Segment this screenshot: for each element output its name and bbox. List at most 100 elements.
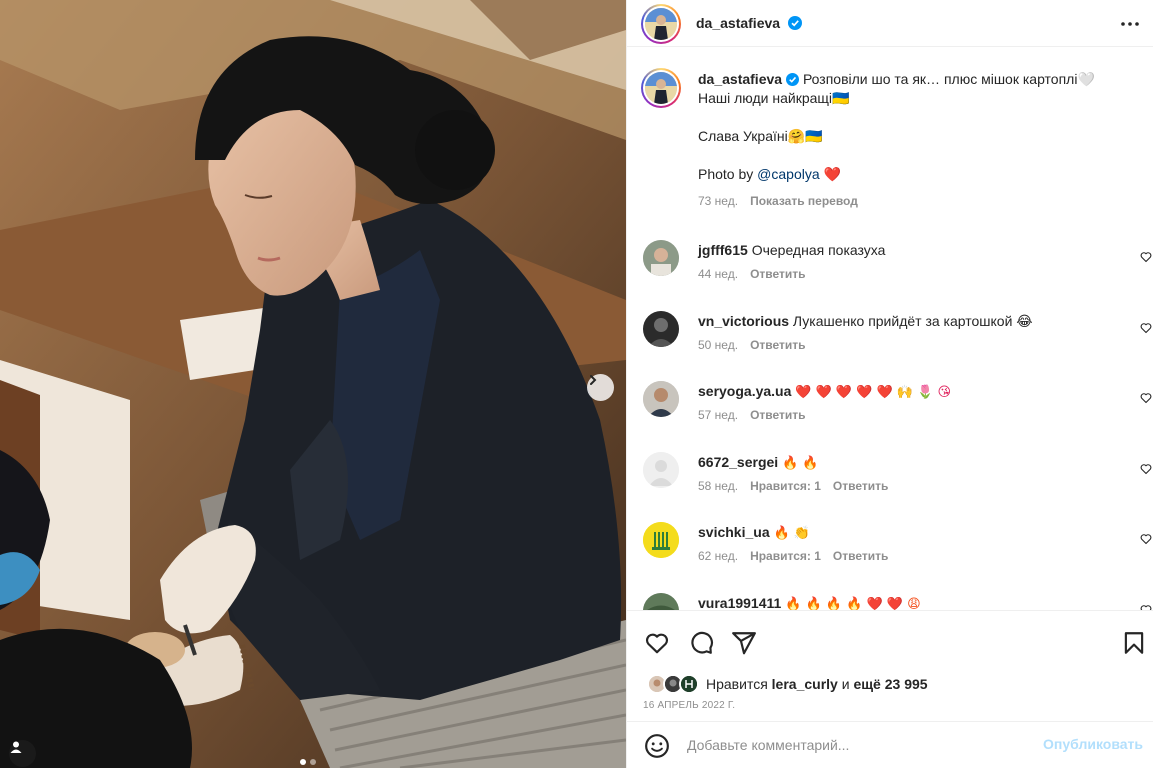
avatar-image (645, 8, 677, 40)
likes-others[interactable]: ещё 23 995 (853, 676, 927, 692)
comment-likes[interactable]: Нравится: 1 (750, 479, 821, 493)
more-horizontal-icon[interactable] (1120, 14, 1140, 34)
caption-time[interactable]: 73 нед. (698, 194, 738, 208)
comment-meta: 44 нед. Ответить (698, 267, 818, 281)
reply-button[interactable]: Ответить (750, 338, 805, 352)
comment-username[interactable]: jgfff615 (698, 242, 748, 258)
comment-username[interactable]: seryoga.ya.ua (698, 383, 791, 399)
avatar-image (645, 72, 677, 104)
comment-meta: 62 нед. Нравится: 1 Ответить (698, 549, 900, 563)
carousel-dot (310, 759, 316, 765)
avatar-image (643, 240, 679, 276)
chevron-right-icon (590, 375, 597, 385)
carousel-indicator (300, 759, 316, 765)
comment-body: 🔥 🔥 🔥 🔥 ❤️ ❤️ 😩 (785, 597, 921, 610)
likes-summary: Нравится lera_curly и ещё 23 995 (647, 674, 928, 694)
comment-text: jgfff615 Очередная показуха (698, 241, 885, 259)
avatar-image (681, 676, 697, 692)
caption-line-1: da_astafieva Розповіли шо та як… плюс мі… (698, 70, 1118, 89)
comment-username[interactable]: 6672_sergei (698, 454, 778, 470)
comment-username[interactable]: vura1991411 (698, 595, 781, 610)
post-date[interactable]: 16 АПРЕЛЬ 2022 Г. (643, 700, 735, 711)
likes-middle: и (837, 676, 854, 692)
comment-avatar[interactable] (643, 311, 679, 347)
heart-icon[interactable] (1140, 322, 1152, 334)
add-comment-bar: Опубликовать (627, 721, 1153, 768)
liker-avatars[interactable] (647, 674, 701, 694)
comment-avatar[interactable] (643, 593, 679, 610)
comment-avatar[interactable] (643, 240, 679, 276)
comment-item: vura1991411 🔥 🔥 🔥 🔥 ❤️ ❤️ 😩 (643, 593, 1152, 610)
post-photo[interactable] (0, 0, 626, 768)
likes-text: Нравится lera_curly и ещё 23 995 (706, 676, 928, 692)
emoji-icon[interactable] (644, 733, 670, 759)
caption-avatar[interactable] (641, 68, 681, 108)
comment-text: 6672_sergei 🔥 🔥 (698, 453, 819, 473)
comment-icon[interactable] (688, 630, 714, 656)
comment-body: 🔥 🔥 (782, 456, 819, 471)
author-avatar[interactable] (641, 4, 681, 44)
heart-icon[interactable] (1140, 251, 1152, 263)
reply-button[interactable]: Ответить (833, 479, 888, 493)
post-comment-button[interactable]: Опубликовать (1043, 736, 1143, 752)
verified-badge-icon (788, 16, 802, 30)
comment-likes[interactable]: Нравится: 1 (750, 549, 821, 563)
carousel-next-button[interactable] (587, 374, 614, 401)
author-username[interactable]: da_astafieva (696, 15, 780, 31)
caption-meta: 73 нед. Показать перевод (698, 192, 1118, 211)
heart-icon[interactable] (1140, 392, 1152, 404)
user-tag-icon (10, 741, 22, 753)
caption-line-2: Наші люди найкращі🇺🇦 (698, 90, 850, 106)
heart-icon[interactable] (1140, 533, 1152, 545)
comment-body: Очередная показуха (751, 242, 886, 258)
comment-meta: 58 нед. Нравится: 1 Ответить (698, 479, 900, 493)
caption-mention[interactable]: @capolya (757, 166, 819, 182)
comment-username[interactable]: vn_victorious (698, 313, 789, 329)
comment-time[interactable]: 57 нед. (698, 408, 738, 422)
comment-time[interactable]: 44 нед. (698, 267, 738, 281)
photo-scene (0, 0, 626, 768)
translate-button[interactable]: Показать перевод (750, 194, 858, 208)
comment-avatar[interactable] (643, 381, 679, 417)
likes-prefix: Нравится (706, 676, 772, 692)
verified-badge-icon (786, 73, 800, 86)
avatar-image (643, 522, 679, 558)
reply-button[interactable]: Ответить (750, 408, 805, 422)
likes-user[interactable]: lera_curly (772, 676, 838, 692)
comment-avatar[interactable] (643, 522, 679, 558)
carousel-dot-active (300, 759, 306, 765)
caption-heart: ❤️ (819, 166, 841, 182)
caption-username[interactable]: da_astafieva (698, 71, 782, 87)
caption-line-3: Слава Україні🤗🇺🇦 (698, 128, 823, 144)
tagged-users-button[interactable] (9, 740, 36, 767)
comment-text: vn_victorious Лукашенко прийдёт за карто… (698, 312, 1033, 330)
comment-input[interactable] (687, 734, 1027, 756)
comment-time[interactable]: 58 нед. (698, 479, 738, 493)
comment-time[interactable]: 50 нед. (698, 338, 738, 352)
avatar-image (643, 311, 679, 347)
bookmark-icon[interactable] (1121, 630, 1147, 656)
comment-avatar[interactable] (643, 452, 679, 488)
comment-text: vura1991411 🔥 🔥 🔥 🔥 ❤️ ❤️ 😩 (698, 594, 921, 610)
heart-icon[interactable] (1140, 463, 1152, 475)
comment-item: vn_victorious Лукашенко прийдёт за карто… (643, 311, 1152, 361)
comment-meta: 50 нед. Ответить (698, 338, 818, 352)
share-icon[interactable] (731, 630, 757, 656)
liker-avatar (679, 674, 699, 694)
avatar-image (643, 593, 679, 610)
caption-line1-text: Розповіли шо та як… плюс мішок картоплі🤍 (802, 71, 1095, 87)
reply-button[interactable]: Ответить (750, 267, 805, 281)
comments-list[interactable]: da_astafieva Розповіли шо та як… плюс мі… (627, 48, 1153, 610)
caption-text: da_astafieva Розповіли шо та як… плюс мі… (698, 70, 1118, 211)
comment-time[interactable]: 62 нед. (698, 549, 738, 563)
default-avatar-icon (643, 452, 679, 488)
comment-text: svichki_ua 🔥 👏 (698, 523, 810, 543)
comment-username[interactable]: svichki_ua (698, 524, 770, 540)
comment-body: 🔥 👏 (773, 526, 811, 541)
post-header: da_astafieva (627, 0, 1153, 47)
caption-line-4: Photo by @capolya ❤️ (698, 165, 1118, 184)
heart-icon[interactable] (644, 630, 670, 656)
comment-body: ❤️ ❤️ ❤️ ❤️ ❤️ 🙌 🌷 😘 (795, 385, 952, 400)
reply-button[interactable]: Ответить (833, 549, 888, 563)
post-actions-bar (627, 610, 1153, 670)
